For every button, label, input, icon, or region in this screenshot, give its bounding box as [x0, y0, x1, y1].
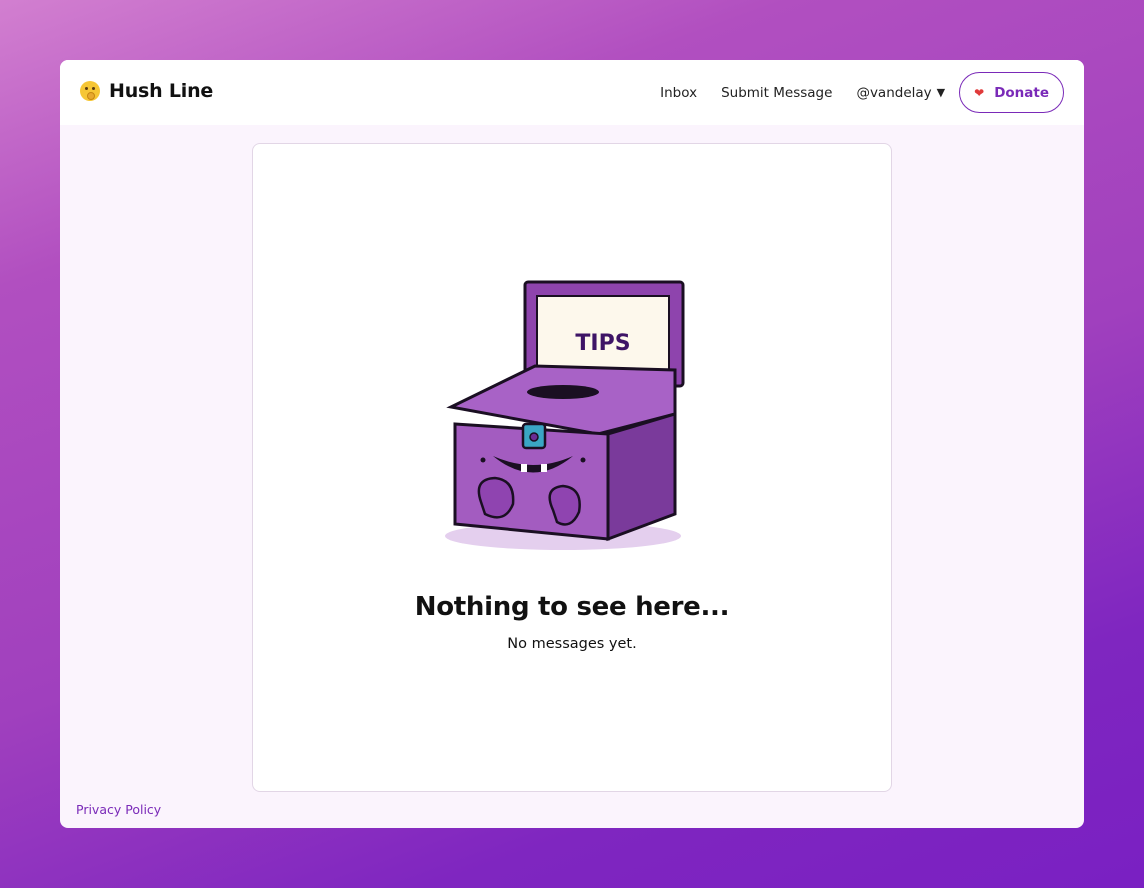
tips-text: TIPS [575, 331, 630, 356]
box-side [606, 411, 677, 542]
privacy-policy-link[interactable]: Privacy Policy [76, 802, 161, 817]
box-slot [527, 385, 599, 399]
brand-title: Hush Line [109, 80, 214, 102]
donate-button[interactable]: ❤ Donate [959, 72, 1064, 113]
tips-box-illustration: TIPS [445, 280, 685, 550]
main-nav: Inbox Submit Message @vandelay ▼ ❤ Donat… [660, 72, 1064, 113]
caret-down-icon: ▼ [936, 86, 946, 99]
donate-label: Donate [994, 84, 1049, 101]
nav-submit-message-link[interactable]: Submit Message [721, 85, 832, 101]
brand-link[interactable]: Hush Line [80, 80, 213, 102]
heart-icon: ❤ [974, 85, 985, 100]
shushing-face-icon [80, 81, 100, 101]
empty-state-subtitle: No messages yet. [507, 636, 637, 652]
app-window: Hush Line Inbox Submit Message @vandelay… [60, 60, 1084, 828]
box-hand-left [477, 476, 515, 519]
username-label: @vandelay [856, 84, 932, 101]
nav-inbox-link[interactable]: Inbox [660, 85, 697, 101]
inbox-empty-card: TIPS Nothing to see here... No messages … [252, 143, 892, 792]
header: Hush Line Inbox Submit Message @vandelay… [60, 60, 1084, 125]
user-menu-toggle[interactable]: @vandelay ▼ [856, 85, 945, 101]
empty-state-title: Nothing to see here... [414, 592, 730, 622]
